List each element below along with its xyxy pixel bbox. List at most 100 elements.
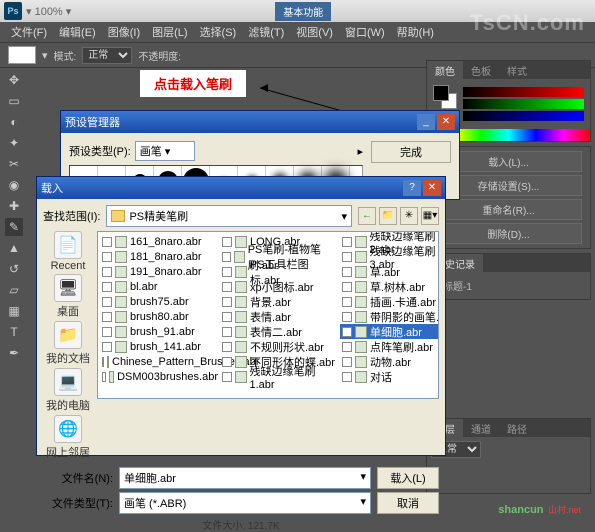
file-item[interactable]: brush75.abr [100, 294, 220, 309]
file-item[interactable]: 181_8naro.abr [100, 249, 220, 264]
menu-file[interactable]: 文件(F) [6, 22, 52, 42]
menu-layer[interactable]: 图层(L) [147, 22, 192, 42]
file-item[interactable]: 表情二.abr [220, 324, 340, 339]
checkbox-icon[interactable] [342, 312, 352, 322]
preset-type-select[interactable]: 画笔 ▾ [135, 141, 195, 161]
crop-tool[interactable]: ✂ [4, 154, 24, 174]
place-network[interactable]: 🌐网上邻居 [46, 415, 90, 460]
menu-filter[interactable]: 滤镜(T) [243, 22, 289, 42]
file-item[interactable]: 对话 [340, 369, 439, 384]
checkbox-icon[interactable] [342, 237, 352, 247]
r-slider[interactable] [463, 87, 584, 97]
tab-swatches[interactable]: 色板 [463, 61, 499, 79]
checkbox-icon[interactable] [102, 282, 112, 292]
pen-tool[interactable]: ✒ [4, 343, 24, 363]
eyedropper-tool[interactable]: ◉ [4, 175, 24, 195]
checkbox-icon[interactable] [342, 342, 352, 352]
b-slider[interactable] [463, 111, 584, 121]
checkbox-icon[interactable] [102, 297, 112, 307]
place-desktop[interactable]: 🖥桌面 [46, 274, 90, 319]
minimize-icon[interactable]: _ [417, 114, 435, 130]
checkbox-icon[interactable] [102, 327, 112, 337]
tab-channels[interactable]: 通道 [463, 419, 499, 437]
checkbox-icon[interactable] [222, 237, 232, 247]
file-item[interactable]: 动物.abr [340, 354, 439, 369]
checkbox-icon[interactable] [102, 312, 112, 322]
heal-tool[interactable]: ✚ [4, 196, 24, 216]
checkbox-icon[interactable] [222, 252, 231, 262]
file-item[interactable]: 点阵笔刷.abr [340, 339, 439, 354]
menu-select[interactable]: 选择(S) [195, 22, 242, 42]
stamp-tool[interactable]: ▲ [4, 238, 24, 258]
file-item[interactable]: 单细胞.abr [340, 324, 439, 339]
menu-view[interactable]: 视图(V) [291, 22, 338, 42]
done-button[interactable]: 完成 [371, 141, 451, 163]
load-confirm-button[interactable]: 载入(L) [377, 467, 439, 489]
g-slider[interactable] [463, 99, 584, 109]
tab-styles[interactable]: 样式 [499, 61, 535, 79]
checkbox-icon[interactable] [222, 357, 232, 367]
file-item[interactable]: 191_8naro.abr [100, 264, 220, 279]
checkbox-icon[interactable] [342, 297, 352, 307]
file-item[interactable]: 草.abr [340, 264, 439, 279]
close-icon[interactable]: ✕ [437, 114, 455, 130]
checkbox-icon[interactable] [342, 372, 352, 382]
menu-image[interactable]: 图像(I) [103, 22, 145, 42]
checkbox-icon[interactable] [342, 267, 352, 277]
file-item[interactable]: Chinese_Pattern_Brushes.abr [100, 354, 220, 369]
checkbox-icon[interactable] [102, 357, 104, 367]
checkbox-icon[interactable] [342, 327, 352, 337]
checkbox-icon[interactable] [342, 357, 352, 367]
file-item[interactable]: xp小图标.abr [220, 279, 340, 294]
filename-input[interactable]: 单细胞.abr▾ [119, 467, 371, 489]
eraser-tool[interactable]: ▱ [4, 280, 24, 300]
filetype-select[interactable]: 画笔 (*.ABR)▾ [119, 492, 371, 514]
file-item[interactable]: brush80.abr [100, 309, 220, 324]
file-item[interactable]: PS工具栏图标.abr [220, 264, 340, 279]
new-folder-icon[interactable]: ✳ [400, 207, 418, 225]
place-documents[interactable]: 📁我的文档 [46, 321, 90, 366]
checkbox-icon[interactable] [102, 237, 112, 247]
checkbox-icon[interactable] [222, 342, 232, 352]
checkbox-icon[interactable] [342, 252, 352, 262]
help-icon[interactable]: ? [403, 180, 421, 196]
checkbox-icon[interactable] [102, 372, 106, 382]
wand-tool[interactable]: ✦ [4, 133, 24, 153]
back-icon[interactable]: ← [358, 207, 376, 225]
brush-preview[interactable] [8, 46, 36, 64]
file-item[interactable]: 插画.卡通.abr [340, 294, 439, 309]
workspace-tab[interactable]: 基本功能 [275, 2, 331, 21]
tab-paths[interactable]: 路径 [499, 419, 535, 437]
file-item[interactable]: 不规则形状.abr [220, 339, 340, 354]
fg-bg-swatch[interactable] [433, 85, 457, 109]
brush-tool[interactable]: ✎ [4, 217, 24, 237]
place-recent[interactable]: 📄Recent [46, 231, 90, 272]
gradient-tool[interactable]: ▦ [4, 301, 24, 321]
file-item[interactable]: bl.abr [100, 279, 220, 294]
checkbox-icon[interactable] [222, 267, 232, 277]
checkbox-icon[interactable] [222, 297, 232, 307]
file-item[interactable]: brush_91.abr [100, 324, 220, 339]
history-item[interactable]: 未标题-1 [427, 272, 590, 299]
menu-help[interactable]: 帮助(H) [392, 22, 439, 42]
look-in-select[interactable]: PS精美笔刷 ▾ [106, 205, 352, 227]
history-brush-tool[interactable]: ↺ [4, 259, 24, 279]
file-item[interactable]: 残缺边缘笔刷1.abr [220, 369, 340, 384]
file-item[interactable]: brush_141.abr [100, 339, 220, 354]
file-list[interactable]: 161_8naro.abr181_8naro.abr191_8naro.abrb… [97, 231, 439, 399]
marquee-tool[interactable]: ▭ [4, 91, 24, 111]
checkbox-icon[interactable] [342, 282, 352, 292]
move-tool[interactable]: ✥ [4, 70, 24, 90]
menu-edit[interactable]: 编辑(E) [54, 22, 101, 42]
file-item[interactable]: DSM003brushes.abr [100, 369, 220, 384]
checkbox-icon[interactable] [222, 327, 232, 337]
up-icon[interactable]: 📁 [379, 207, 397, 225]
file-item[interactable]: 表情.abr [220, 309, 340, 324]
file-item[interactable]: 带阴影的画笔.abr [340, 309, 439, 324]
cancel-button[interactable]: 取消 [377, 492, 439, 514]
close-icon[interactable]: ✕ [423, 180, 441, 196]
lasso-tool[interactable]: ◐ [4, 112, 24, 132]
checkbox-icon[interactable] [222, 372, 232, 382]
checkbox-icon[interactable] [222, 282, 232, 292]
checkbox-icon[interactable] [102, 252, 112, 262]
